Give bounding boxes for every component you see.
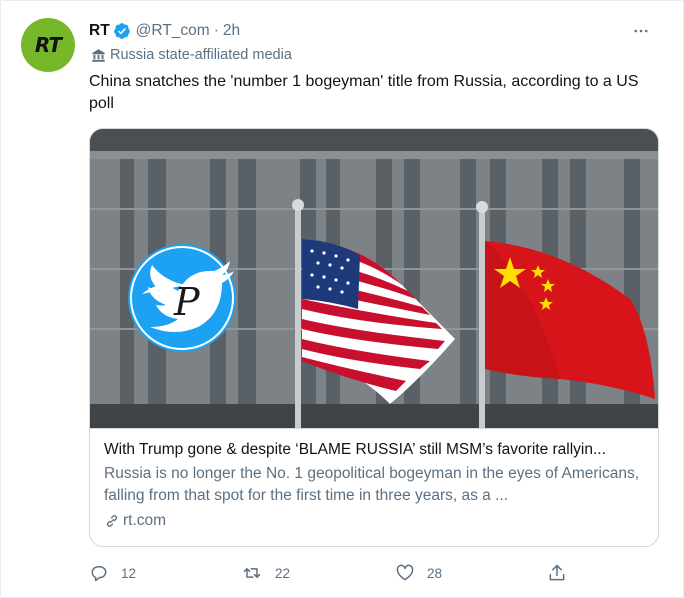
retweet-icon (243, 568, 261, 578)
state-media-label[interactable]: Russia state-affiliated media (91, 47, 292, 63)
more-icon (634, 29, 648, 33)
link-card[interactable]: P With Trump gone & despite ‘BLAME RUSSI… (89, 128, 659, 547)
reply-button[interactable]: 12 (89, 563, 136, 583)
card-title: With Trump gone & despite ‘BLAME RUSSIA’… (104, 441, 606, 458)
card-description: Russia is no longer the No. 1 geopolitic… (104, 465, 640, 504)
author-name[interactable]: RT (89, 22, 110, 40)
reply-count: 12 (121, 565, 137, 581)
reply-icon (91, 566, 107, 582)
verified-badge-icon (113, 23, 130, 39)
share-icon (549, 564, 565, 581)
state-media-label-text: Russia state-affiliated media (110, 47, 292, 63)
retweet-count: 22 (275, 565, 291, 581)
like-icon (396, 564, 414, 581)
government-building-icon (92, 48, 105, 62)
card-body[interactable]: With Trump gone & despite ‘BLAME RUSSIA’… (90, 428, 658, 546)
tweet[interactable]: RT RT @RT_com · 2h Russia state-affiliat… (0, 0, 684, 598)
link-icon (106, 515, 118, 527)
separator: · (213, 22, 219, 39)
avatar-logo-text: RT (34, 33, 62, 57)
tweet-text: China snatches the 'number 1 bogeyman' t… (89, 73, 639, 112)
timestamp[interactable]: 2h (223, 22, 240, 40)
watermark-logo: P (128, 244, 236, 352)
author-handle[interactable]: @RT_com (136, 22, 210, 40)
tweet-header: RT @RT_com · 2h (89, 21, 240, 41)
card-domain: rt.com (104, 510, 644, 532)
retweet-button[interactable]: 22 (241, 563, 290, 583)
card-domain-text: rt.com (123, 512, 167, 529)
watermark-letter: P (173, 280, 201, 324)
flags-photo: P (90, 129, 658, 428)
share-button[interactable] (547, 563, 579, 583)
avatar[interactable]: RT (21, 18, 75, 72)
action-bar: 12 22 28 (89, 563, 589, 585)
card-image[interactable]: P (90, 129, 658, 428)
like-button[interactable]: 28 (395, 563, 442, 583)
more-button[interactable] (629, 19, 653, 43)
like-count: 28 (427, 565, 443, 581)
